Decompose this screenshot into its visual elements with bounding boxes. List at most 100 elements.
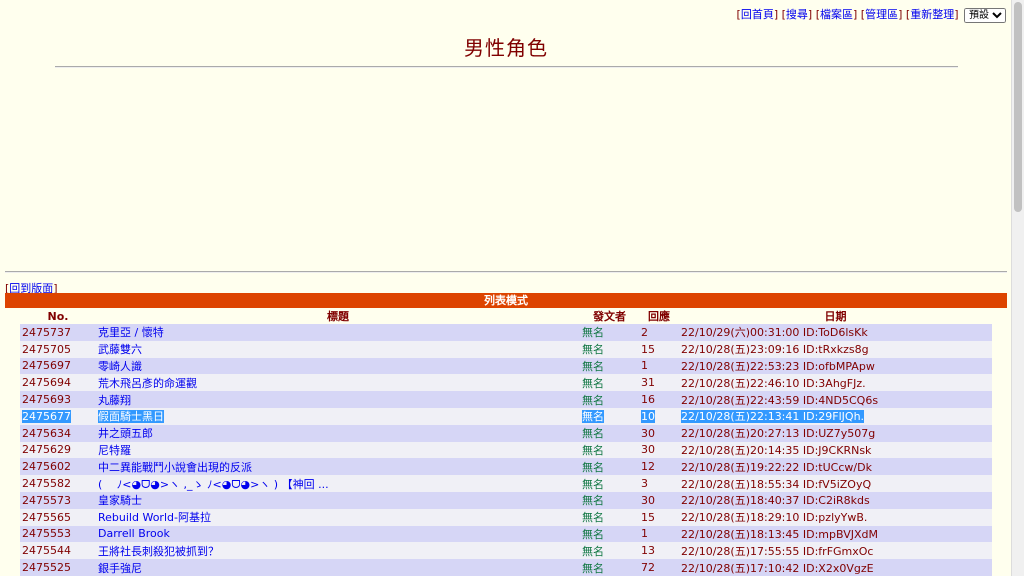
- table-row: 2475629 尼特羅 無名 30 22/10/28(五)20:14:35 ID:J9C…: [20, 441, 992, 459]
- thread-title-link[interactable]: Rebuild World-阿基拉: [98, 511, 211, 524]
- table-header-row: No. 標題 發文者 回應 日期: [20, 308, 992, 324]
- table-row: 2475694 荒木飛呂彥的命運觀 無名 31 22/10/28(五)22:46:10 …: [20, 374, 992, 392]
- thread-title-link[interactable]: 丸藤翔: [98, 394, 131, 407]
- thread-number-cell: 2475602: [20, 458, 96, 476]
- poster-name-cell: 無名: [580, 407, 639, 425]
- thread-title-link-cell: Rebuild World-阿基拉: [96, 508, 580, 526]
- poster-name-cell: 無名: [580, 357, 639, 375]
- thread-title-link-cell: 銀手強尼: [96, 559, 580, 576]
- style-select[interactable]: 預設: [964, 8, 1006, 23]
- thread-title-link-cell: 假面騎士黑日: [96, 407, 580, 425]
- table-row: 2475573 皇家騎士 無名 30 22/10/28(五)18:40:37 ID:C2…: [20, 491, 992, 509]
- thread-title-link[interactable]: 中二異能戰鬥小說會出現的反派: [98, 461, 252, 474]
- thread-number-cell: 2475677: [20, 407, 96, 425]
- thread-title-link[interactable]: 武藤雙六: [98, 343, 142, 356]
- search-link[interactable]: 搜尋: [786, 8, 808, 21]
- thread-number: 2475565: [22, 510, 71, 524]
- thread-number-cell: 2475737: [20, 324, 96, 341]
- col-header-title: 標題: [327, 310, 349, 323]
- table-row: 2475602 中二異能戰鬥小說會出現的反派 無名 12 22/10/28(五)19:2…: [20, 458, 992, 476]
- thread-title-link-cell: 中二異能戰鬥小說會出現的反派: [96, 458, 580, 476]
- thread-title-link[interactable]: 克里亞 / 懷特: [98, 326, 164, 339]
- top-nav-links: [回首頁] [搜尋] [檔案區] [管理區] [重新整理] 預設: [737, 6, 1006, 23]
- table-row: 2475582 ( ﾉ<◕ᗜ◕>ヽ ,_ゝ ﾉ<◕ᗜ◕>ヽ ) 【神回 ... 無名…: [20, 475, 992, 492]
- table-row: 2475634 井之頭五郎 無名 30 22/10/28(五)20:27:13 ID:U…: [20, 424, 992, 442]
- post-date: 22/10/28(五)18:29:10 ID:pzlyYwB.: [681, 511, 868, 525]
- poster-name-cell: 無名: [580, 559, 639, 576]
- table-row: 2475553 Darrell Brook 無名 1 22/10/28(五)18:13:…: [20, 525, 992, 543]
- reply-count: 16: [641, 393, 655, 407]
- thread-title-link-cell: 荒木飛呂彥的命運觀: [96, 374, 580, 392]
- post-date: 22/10/28(五)17:55:55 ID:frFGmxOc: [681, 544, 874, 558]
- thread-number: 2475629: [22, 443, 71, 457]
- thread-number: 2475697: [22, 359, 71, 373]
- post-date: 22/10/28(五)20:27:13 ID:UZ7y507g: [681, 427, 876, 441]
- post-date-cell: 22/10/28(五)17:55:55 ID:frFGmxOc: [679, 542, 992, 560]
- post-date: 22/10/28(五)20:14:35 ID:J9CKRNsk: [681, 443, 872, 457]
- thread-number: 2475677: [22, 409, 71, 423]
- refresh-link[interactable]: 重新整理: [910, 8, 954, 21]
- reply-count-cell: 30: [639, 441, 679, 459]
- thread-title-link-cell: 零崎人識: [96, 357, 580, 375]
- archive-link[interactable]: 檔案區: [820, 8, 853, 21]
- thread-number-cell: 2475582: [20, 475, 96, 492]
- post-date: 22/10/28(五)18:55:34 ID:fV5iZOyQ: [681, 477, 872, 491]
- thread-title-link[interactable]: 王將社長刺殺犯被抓到？: [98, 545, 219, 558]
- home-link[interactable]: 回首頁: [741, 8, 774, 21]
- post-date: 22/10/28(五)22:53:23 ID:ofbMPApw: [681, 359, 875, 373]
- reply-count: 15: [641, 510, 655, 524]
- reply-count-cell: 30: [639, 491, 679, 509]
- thread-title-link[interactable]: Darrell Brook: [98, 527, 170, 540]
- poster-name: 無名: [582, 359, 604, 373]
- poster-name: 無名: [582, 460, 604, 474]
- thread-title-link[interactable]: 尼特羅: [98, 444, 131, 457]
- reply-count-cell: 3: [639, 475, 679, 492]
- post-date-cell: 22/10/28(五)22:13:41 ID:29FlJQh.: [679, 407, 992, 425]
- poster-name-cell: 無名: [580, 491, 639, 509]
- post-date-cell: 22/10/28(五)20:14:35 ID:J9CKRNsk: [679, 441, 992, 459]
- reply-count: 15: [641, 342, 655, 356]
- vertical-scrollbar[interactable]: [1011, 0, 1024, 576]
- reply-count-cell: 1: [639, 357, 679, 375]
- scrollbar-thumb[interactable]: [1014, 2, 1022, 212]
- reply-count-cell: 30: [639, 424, 679, 442]
- admin-link[interactable]: 管理區: [865, 8, 898, 21]
- poster-name: 無名: [582, 527, 604, 541]
- thread-title-link[interactable]: 皇家騎士: [98, 494, 142, 507]
- table-row: 2475525 銀手強尼 無名 72 22/10/28(五)17:10:42 ID:X2…: [20, 559, 992, 576]
- thread-title-link[interactable]: 零崎人識: [98, 360, 142, 373]
- post-date-cell: 22/10/28(五)22:53:23 ID:ofbMPApw: [679, 357, 992, 375]
- poster-name: 無名: [582, 376, 604, 390]
- poster-name: 無名: [582, 326, 604, 340]
- thread-number-cell: 2475694: [20, 374, 96, 392]
- thread-title-link[interactable]: 銀手強尼: [98, 562, 142, 575]
- thread-number-cell: 2475565: [20, 508, 96, 526]
- post-date-cell: 22/10/28(五)22:46:10 ID:3AhgFJz.: [679, 374, 992, 392]
- poster-name-cell: 無名: [580, 340, 639, 358]
- poster-name: 無名: [582, 343, 604, 357]
- thread-title-link[interactable]: ( ﾉ<◕ᗜ◕>ヽ ,_ゝ ﾉ<◕ᗜ◕>ヽ ) 【神回 ...: [98, 478, 329, 491]
- reply-count-cell: 15: [639, 508, 679, 526]
- thread-number-cell: 2475573: [20, 491, 96, 509]
- reply-count: 31: [641, 376, 655, 390]
- post-date: 22/10/28(五)22:46:10 ID:3AhgFJz.: [681, 376, 866, 390]
- post-date: 22/10/29(六)00:31:00 ID:ToD6lsKk: [681, 326, 868, 340]
- poster-name: 無名: [582, 477, 604, 491]
- thread-title-link-cell: 武藤雙六: [96, 340, 580, 358]
- thread-title-link[interactable]: 井之頭五郎: [98, 427, 153, 440]
- thread-title-link[interactable]: 荒木飛呂彥的命運觀: [98, 377, 197, 390]
- reply-count-cell: 13: [639, 542, 679, 560]
- thread-title-link-cell: 克里亞 / 懷特: [96, 324, 580, 341]
- thread-title-link[interactable]: 假面騎士黑日: [98, 410, 164, 424]
- poster-name-cell: 無名: [580, 475, 639, 492]
- poster-name: 無名: [582, 494, 604, 508]
- reply-count-cell: 31: [639, 374, 679, 392]
- post-date-cell: 22/10/28(五)18:29:10 ID:pzlyYwB.: [679, 508, 992, 526]
- table-row: 2475544 王將社長刺殺犯被抓到？ 無名 13 22/10/28(五)17:55:5…: [20, 542, 992, 560]
- reply-count-cell: 72: [639, 559, 679, 576]
- poster-name: 無名: [582, 427, 604, 441]
- thread-number-cell: 2475705: [20, 340, 96, 358]
- thread-number-cell: 2475634: [20, 424, 96, 442]
- thread-number: 2475693: [22, 393, 71, 407]
- thread-title-link-cell: 丸藤翔: [96, 391, 580, 408]
